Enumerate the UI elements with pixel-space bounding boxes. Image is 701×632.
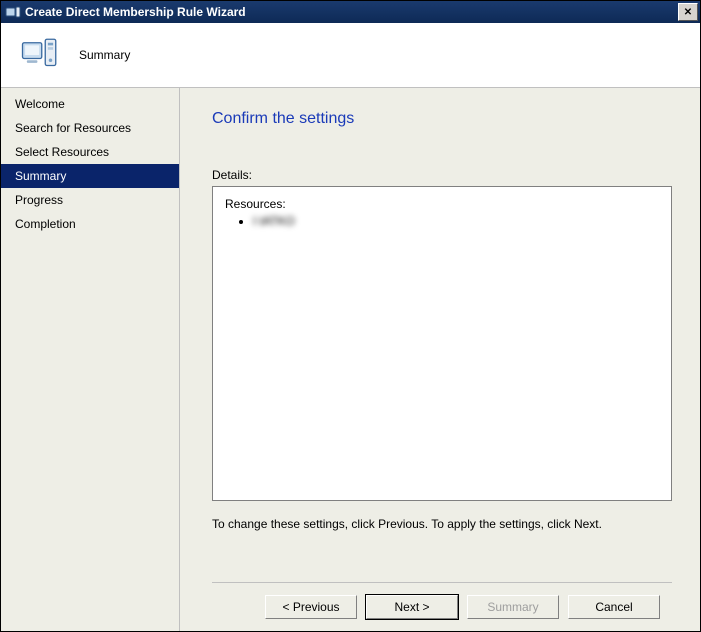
next-button[interactable]: Next > <box>366 595 458 619</box>
app-icon <box>5 4 21 20</box>
sidebar-item-progress[interactable]: Progress <box>1 188 179 212</box>
close-button[interactable]: ✕ <box>678 3 698 21</box>
body: Welcome Search for Resources Select Reso… <box>1 88 700 631</box>
titlebar: Create Direct Membership Rule Wizard ✕ <box>1 1 700 23</box>
hint-text: To change these settings, click Previous… <box>212 517 672 531</box>
button-row: < Previous Next > Summary Cancel <box>212 582 672 631</box>
sidebar: Welcome Search for Resources Select Reso… <box>1 88 180 631</box>
wizard-window: Create Direct Membership Rule Wizard ✕ S… <box>0 0 701 632</box>
page-title: Confirm the settings <box>212 110 672 128</box>
sidebar-item-completion[interactable]: Completion <box>1 212 179 236</box>
previous-button[interactable]: < Previous <box>265 595 357 619</box>
sidebar-item-summary[interactable]: Summary <box>1 164 179 188</box>
sidebar-item-select-resources[interactable]: Select Resources <box>1 140 179 164</box>
resource-name: I tATKO <box>253 213 295 229</box>
main-panel: Confirm the settings Details: Resources:… <box>180 88 700 631</box>
sidebar-item-search-for-resources[interactable]: Search for Resources <box>1 116 179 140</box>
resources-list: I tATKO <box>225 213 659 229</box>
cancel-button[interactable]: Cancel <box>568 595 660 619</box>
summary-button: Summary <box>467 595 559 619</box>
window-title: Create Direct Membership Rule Wizard <box>25 5 678 19</box>
sidebar-item-welcome[interactable]: Welcome <box>1 92 179 116</box>
header: Summary <box>1 23 700 88</box>
list-item: I tATKO <box>253 213 659 229</box>
wizard-icon <box>19 34 61 76</box>
details-label: Details: <box>212 168 672 182</box>
details-box: Resources: I tATKO <box>212 186 672 501</box>
resources-label: Resources: <box>225 197 659 211</box>
header-title: Summary <box>79 48 130 62</box>
